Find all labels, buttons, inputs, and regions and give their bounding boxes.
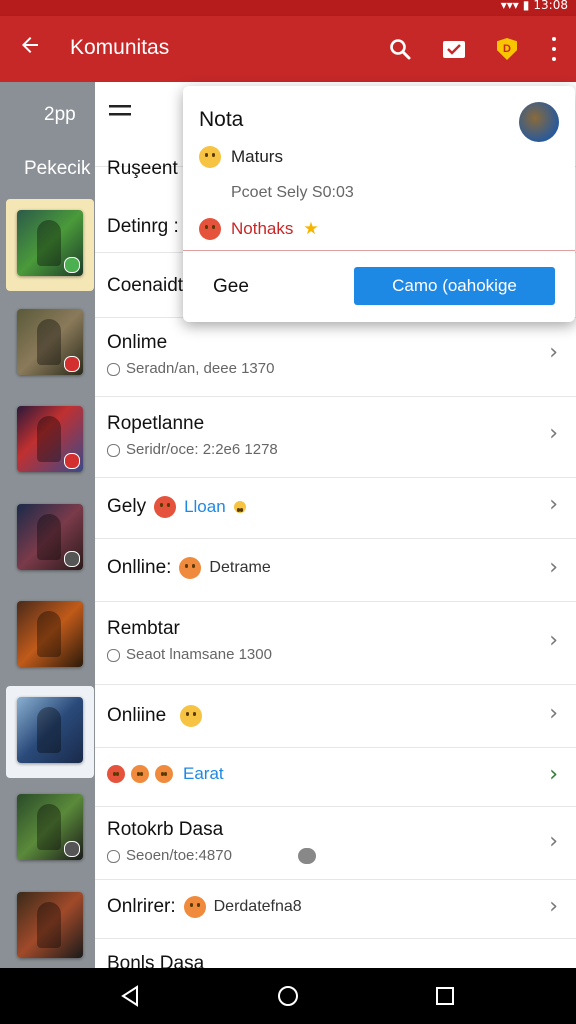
chevron-right-icon[interactable]: › xyxy=(549,701,558,726)
battery-icon: ▮ xyxy=(522,0,530,12)
chevron-right-icon[interactable]: › xyxy=(549,628,558,653)
list-item[interactable]: Earat › xyxy=(95,748,576,807)
nav-recents-icon[interactable] xyxy=(431,982,459,1010)
menu-icon xyxy=(109,105,131,116)
nav-home-icon[interactable] xyxy=(274,982,302,1010)
emoji-icon xyxy=(179,557,202,579)
status-icons: ▾▾▾ ▮ 13:08 xyxy=(501,0,568,12)
edit-icon[interactable] xyxy=(437,32,471,66)
row-tag: Detrame xyxy=(209,559,271,576)
chevron-right-icon[interactable]: › xyxy=(549,555,558,580)
popup-title: Nota xyxy=(199,108,244,131)
row-title: Onlime xyxy=(107,332,168,353)
row-subtitle: Seridr/oce: 2:2e6 1278 xyxy=(126,441,278,458)
system-nav-bar xyxy=(0,968,576,1024)
emoji-icon xyxy=(199,218,221,240)
shield-small-icon xyxy=(107,765,125,783)
list-item[interactable]: Rembtar Seaot lnamsane 1300 › xyxy=(95,602,576,685)
row-title: Rembtar xyxy=(107,618,180,639)
emoji-small-icon xyxy=(233,501,246,513)
status-time: 13:08 xyxy=(533,0,568,12)
list-item[interactable]: Gely Lloan › xyxy=(95,478,576,539)
avatar-thumb-3[interactable] xyxy=(17,406,83,472)
row-title: Detinrg : xyxy=(107,216,179,237)
row-subtitle: Seaot lnamsane 1300 xyxy=(126,646,272,663)
avatar-thumb-1[interactable] xyxy=(17,210,83,276)
popup-line-3: Nothaks xyxy=(231,219,294,238)
location-icon xyxy=(107,362,120,376)
location-icon xyxy=(107,849,120,863)
rail-label-second: Pekecik xyxy=(24,158,91,179)
list-item[interactable]: Onlime Seradn/an, deee 1370 › xyxy=(95,318,576,397)
emoji-icon xyxy=(199,146,221,168)
chevron-right-icon[interactable]: › xyxy=(549,492,558,517)
emoji-icon xyxy=(183,896,206,918)
list-item[interactable]: Ropetlanne Seridr/oce: 2:2e6 1278 › xyxy=(95,397,576,478)
search-icon[interactable] xyxy=(383,32,417,66)
list-item[interactable]: Onlline: Detrame › xyxy=(95,539,576,602)
row-tag: Earat xyxy=(183,764,224,783)
popup-line-2: Pcoet Sely S0:03 xyxy=(231,184,354,201)
shield-badge: D xyxy=(497,38,517,60)
row-title: Ropetlanne xyxy=(107,413,205,434)
chevron-right-icon[interactable]: › xyxy=(549,894,558,919)
app-bar: Komunitas D xyxy=(0,16,576,82)
row-title: Rotokrb Dasa xyxy=(107,819,224,840)
avatar-thumb-7[interactable] xyxy=(17,794,83,860)
close-button[interactable]: Gee xyxy=(213,276,249,298)
avatar-thumb-4[interactable] xyxy=(17,504,83,570)
row-subtitle: Seradn/an, deee 1370 xyxy=(126,360,275,377)
left-rail: 2pp Pekecik xyxy=(0,82,95,968)
row-subtitle: Seoen/toe:4870 xyxy=(126,847,232,864)
row-tag: Lloan xyxy=(184,497,226,516)
chevron-right-icon[interactable]: › xyxy=(549,340,558,365)
row-title: Onlrirer: xyxy=(107,896,176,917)
status-bar: ▾▾▾ ▮ 13:08 xyxy=(0,0,576,16)
back-arrow-icon[interactable] xyxy=(12,30,48,66)
more-vert-icon[interactable] xyxy=(537,32,571,66)
avatar-thumb-5[interactable] xyxy=(17,601,83,667)
emoji-icon xyxy=(131,765,149,783)
row-title: Onlline: xyxy=(107,557,172,578)
nav-back-icon[interactable] xyxy=(116,982,144,1010)
list-item[interactable]: Bonls Dasa xyxy=(95,939,576,974)
location-icon xyxy=(107,648,120,662)
avatar-thumb-2[interactable] xyxy=(17,309,83,375)
avatar[interactable] xyxy=(519,102,559,142)
emoji-icon xyxy=(180,705,203,727)
popup-line-1: Maturs xyxy=(231,147,283,166)
chevron-right-icon[interactable]: › xyxy=(549,829,558,854)
row-title: Onliine xyxy=(107,705,167,726)
avatar-thumb-6[interactable] xyxy=(17,697,83,763)
signal-icon: ▾▾▾ xyxy=(500,0,519,12)
emoji-icon xyxy=(155,765,173,783)
row-title: Coenaidt xyxy=(107,275,184,296)
list-item[interactable]: Onliine › xyxy=(95,685,576,748)
star-icon: ★ xyxy=(303,219,319,238)
page-title: Komunitas xyxy=(70,36,170,59)
nota-popup: Nota Maturs Pcoet Sely S0:03 Nothaks ★ G… xyxy=(183,86,575,322)
avatar-thumb-8[interactable] xyxy=(17,892,83,958)
row-tag: Derdatefna8 xyxy=(213,898,302,915)
chevron-right-icon[interactable]: › xyxy=(549,421,558,446)
divider xyxy=(183,250,575,251)
chevron-right-icon[interactable]: › xyxy=(549,762,558,787)
location-icon xyxy=(107,443,120,457)
list-item[interactable]: Onlrirer: Derdatefna8 › xyxy=(95,880,576,939)
list-item[interactable]: Rotokrb Dasa Seoen/toe:4870 › xyxy=(95,807,576,880)
emoji-icon xyxy=(154,496,177,518)
rail-label-top: 2pp xyxy=(44,104,76,125)
toggle-dot-icon xyxy=(298,848,316,864)
shield-icon[interactable]: D xyxy=(490,32,524,66)
row-title: Gely xyxy=(107,496,147,517)
cta-button[interactable]: Camo (oahokige xyxy=(354,267,555,305)
